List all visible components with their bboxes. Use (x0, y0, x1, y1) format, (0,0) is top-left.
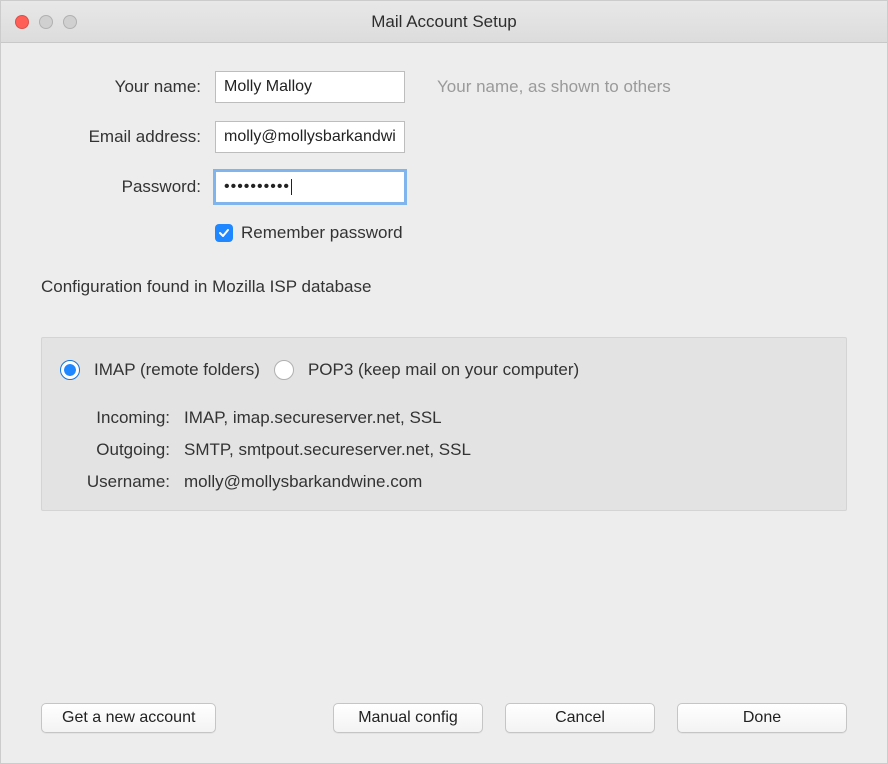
close-icon[interactable] (15, 15, 29, 29)
cancel-button[interactable]: Cancel (505, 703, 655, 733)
email-input[interactable] (215, 121, 405, 153)
minimize-icon[interactable] (39, 15, 53, 29)
password-label: Password: (41, 177, 201, 197)
remember-password-checkbox[interactable] (215, 224, 233, 242)
name-label: Your name: (41, 77, 201, 97)
protocol-radio-group: IMAP (remote folders) POP3 (keep mail on… (60, 360, 828, 380)
remember-password-row: Remember password (215, 223, 847, 243)
server-details: Incoming: IMAP, imap.secureserver.net, S… (60, 408, 828, 492)
done-button[interactable]: Done (677, 703, 847, 733)
window-controls (15, 15, 77, 29)
account-form: Your name: Your name, as shown to others… (41, 71, 847, 243)
window-title: Mail Account Setup (1, 12, 887, 32)
get-new-account-button[interactable]: Get a new account (41, 703, 216, 733)
outgoing-value: SMTP, smtpout.secureserver.net, SSL (184, 440, 828, 460)
name-input[interactable] (215, 71, 405, 103)
titlebar: Mail Account Setup (1, 1, 887, 43)
content-area: Your name: Your name, as shown to others… (1, 43, 887, 763)
manual-config-button[interactable]: Manual config (333, 703, 483, 733)
password-input[interactable]: •••••••••• (215, 171, 405, 203)
name-hint: Your name, as shown to others (429, 77, 847, 97)
imap-radio[interactable] (60, 360, 80, 380)
incoming-value: IMAP, imap.secureserver.net, SSL (184, 408, 828, 428)
incoming-label: Incoming: (60, 408, 170, 428)
maximize-icon[interactable] (63, 15, 77, 29)
check-icon (218, 227, 230, 239)
text-caret (291, 179, 292, 195)
radio-dot-icon (65, 365, 75, 375)
password-masked-value: •••••••••• (224, 178, 290, 196)
username-label: Username: (60, 472, 170, 492)
imap-radio-label: IMAP (remote folders) (94, 360, 260, 380)
config-status: Configuration found in Mozilla ISP datab… (41, 277, 847, 297)
mail-account-setup-window: Mail Account Setup Your name: Your name,… (0, 0, 888, 764)
username-value: molly@mollysbarkandwine.com (184, 472, 828, 492)
pop3-radio[interactable] (274, 360, 294, 380)
pop3-radio-label: POP3 (keep mail on your computer) (308, 360, 579, 380)
config-box: IMAP (remote folders) POP3 (keep mail on… (41, 337, 847, 511)
email-label: Email address: (41, 127, 201, 147)
outgoing-label: Outgoing: (60, 440, 170, 460)
button-row: Get a new account Manual config Cancel D… (41, 673, 847, 743)
remember-password-label: Remember password (241, 223, 403, 243)
